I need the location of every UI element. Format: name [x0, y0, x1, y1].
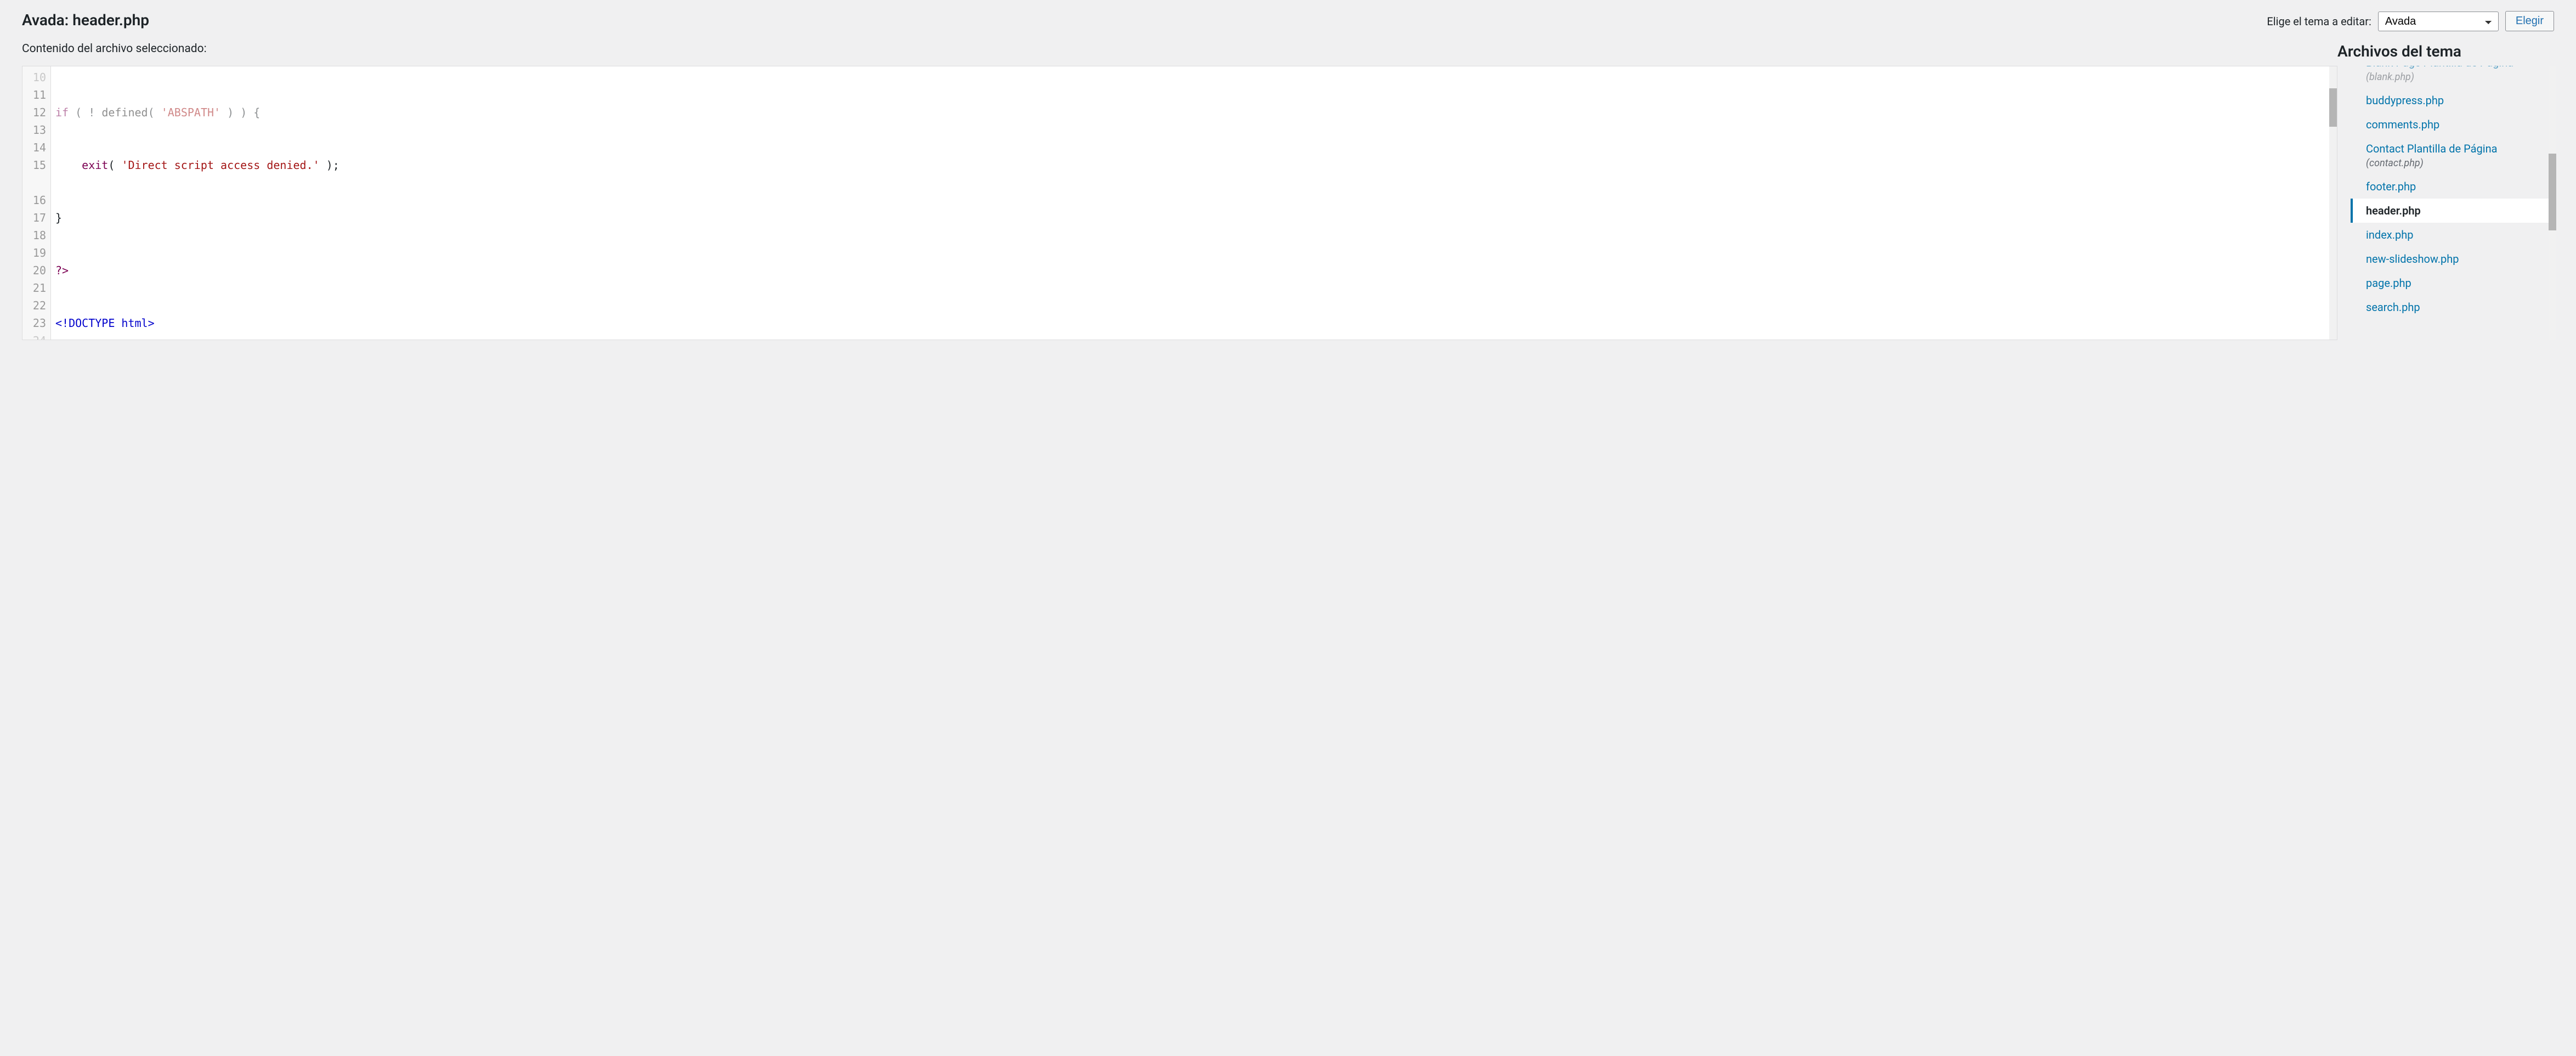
code-content[interactable]: if ( ! defined( 'ABSPATH' ) ) { exit( 'D… — [51, 66, 2329, 340]
file-item-footer[interactable]: footer.php — [2351, 174, 2554, 199]
line-number: 19 — [22, 244, 46, 262]
file-item-new-slideshow[interactable]: new-slideshow.php — [2351, 247, 2554, 271]
page-title: Avada: header.php — [22, 11, 149, 29]
editor-scrollbar[interactable] — [2329, 66, 2337, 340]
theme-select[interactable]: Avada — [2378, 12, 2499, 31]
sidebar-scrollbar[interactable] — [2549, 66, 2556, 340]
file-item-label: comments.php — [2366, 118, 2439, 131]
file-item-label: header.php — [2366, 204, 2421, 217]
code-line: <!DOCTYPE html> — [55, 314, 2325, 332]
file-item-label: index.php — [2366, 228, 2413, 241]
line-number-gutter: 10 11 12 13 14 15 16 17 18 19 20 21 22 2… — [22, 66, 51, 340]
file-item-label: Contact Plantilla de Página — [2366, 142, 2498, 155]
file-item-label: Blank Page Plantilla de Página — [2366, 66, 2513, 69]
sidebar-scrollbar-thumb[interactable] — [2549, 154, 2556, 230]
line-number — [22, 174, 46, 191]
theme-file-list: Blank Page Plantilla de Página (blank.ph… — [2351, 66, 2554, 319]
line-number: 11 — [22, 86, 46, 104]
header-row: Avada: header.php Elige el tema a editar… — [22, 11, 2554, 31]
file-item-label: buddypress.php — [2366, 94, 2444, 107]
editor-scrollbar-thumb[interactable] — [2329, 88, 2337, 127]
file-item-page[interactable]: page.php — [2351, 271, 2554, 295]
file-item-sub: (blank.php) — [2366, 71, 2547, 83]
file-item-sub: (contact.php) — [2366, 157, 2547, 169]
code-editor[interactable]: 10 11 12 13 14 15 16 17 18 19 20 21 22 2… — [22, 66, 2337, 340]
file-item-blank[interactable]: Blank Page Plantilla de Página (blank.ph… — [2351, 66, 2554, 88]
file-item-label: search.php — [2366, 301, 2420, 314]
line-number: 14 — [22, 139, 46, 156]
line-number: 17 — [22, 209, 46, 227]
theme-selector-label: Elige el tema a editar: — [2267, 15, 2371, 28]
editor-columns: 10 11 12 13 14 15 16 17 18 19 20 21 22 2… — [22, 66, 2554, 340]
theme-files-sidebar: Blank Page Plantilla de Página (blank.ph… — [2337, 66, 2554, 340]
file-item-index[interactable]: index.php — [2351, 223, 2554, 247]
line-number: 12 — [22, 104, 46, 121]
code-line: exit( 'Direct script access denied.' ); — [55, 156, 2325, 174]
file-item-comments[interactable]: comments.php — [2351, 112, 2554, 137]
file-item-header-active[interactable]: header.php — [2351, 199, 2554, 223]
file-item-label: new-slideshow.php — [2366, 252, 2459, 266]
line-number: 18 — [22, 227, 46, 244]
line-number: 10 — [22, 69, 46, 86]
file-item-contact[interactable]: Contact Plantilla de Página (contact.php… — [2351, 137, 2554, 174]
file-item-label: page.php — [2366, 276, 2411, 290]
line-number: 15 — [22, 156, 46, 174]
line-number: 16 — [22, 191, 46, 209]
code-line: } — [55, 209, 2325, 227]
code-line: ?> — [55, 262, 2325, 279]
theme-selector: Elige el tema a editar: Avada Elegir — [2267, 11, 2554, 31]
file-item-label: footer.php — [2366, 180, 2416, 193]
line-number: 22 — [22, 297, 46, 314]
line-number: 13 — [22, 121, 46, 139]
editor-section-label: Contenido del archivo seleccionado: — [22, 42, 207, 55]
code-line: if ( ! defined( 'ABSPATH' ) ) { — [55, 104, 2325, 121]
line-number: 23 — [22, 314, 46, 332]
section-row: Contenido del archivo seleccionado: Arch… — [22, 42, 2554, 60]
files-heading: Archivos del tema — [2337, 42, 2554, 60]
choose-theme-button[interactable]: Elegir — [2505, 11, 2554, 31]
file-item-buddypress[interactable]: buddypress.php — [2351, 88, 2554, 112]
theme-editor-wrap: Avada: header.php Elige el tema a editar… — [0, 0, 2576, 351]
line-number: 20 — [22, 262, 46, 279]
file-item-search[interactable]: search.php — [2351, 295, 2554, 319]
line-number: 21 — [22, 279, 46, 297]
line-number: 24 — [22, 332, 46, 340]
